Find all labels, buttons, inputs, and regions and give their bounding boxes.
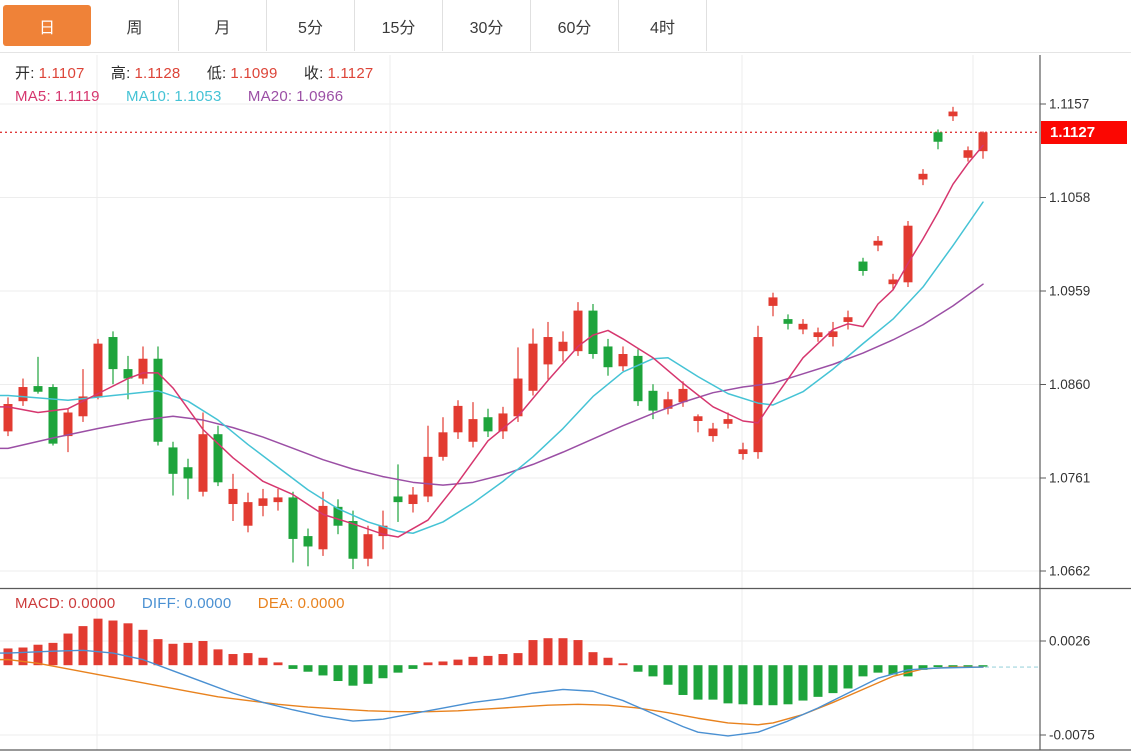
ma20-label: MA20:: [248, 88, 292, 105]
high-label: 高:: [111, 65, 131, 82]
close-label: 收:: [304, 65, 324, 82]
macd-value: 0.0000: [68, 595, 115, 612]
svg-text:0.0026: 0.0026: [1049, 634, 1090, 649]
ma5-label: MA5:: [15, 88, 51, 105]
svg-text:1.1157: 1.1157: [1049, 97, 1089, 112]
last-price-badge: 1.1127: [1041, 121, 1127, 144]
open-label: 开:: [15, 65, 35, 82]
ma5-value: 1.1119: [55, 88, 100, 105]
tab-15min[interactable]: 15分: [355, 0, 443, 51]
svg-text:1.1058: 1.1058: [1049, 190, 1090, 205]
trading-chart-app: { "tab_bar": { "tabs": [ {"name":"day","…: [0, 0, 1131, 754]
svg-text:1.0959: 1.0959: [1049, 284, 1090, 299]
interval-tab-bar: 日周月5分15分30分60分4时: [0, 0, 1131, 53]
svg-text:-0.0075: -0.0075: [1049, 728, 1095, 743]
candlestick-chart-canvas[interactable]: 1.1157 1.1058 1.0959 1.0860 1.0761 1.0662 0.00…: [0, 0, 1131, 754]
ma10-label: MA10:: [126, 88, 170, 105]
ma-legend: MA5:1.1119 MA10:1.1053 MA20:1.0966: [15, 88, 347, 105]
diff-value: 0.0000: [184, 595, 231, 612]
ohlc-legend: 开:1.1107 高:1.1128 低:1.1099 收:1.1127: [15, 62, 377, 83]
svg-text:1.0761: 1.0761: [1049, 471, 1090, 486]
open-value: 1.1107: [39, 65, 85, 82]
tab-4hour[interactable]: 4时: [619, 0, 707, 51]
tab-5min[interactable]: 5分: [267, 0, 355, 51]
low-value: 1.1099: [230, 65, 277, 82]
low-label: 低:: [207, 65, 227, 82]
tab-day[interactable]: 日: [3, 5, 91, 46]
ma20-value: 1.0966: [296, 88, 343, 105]
macd-label: MACD:: [15, 595, 64, 612]
svg-text:1.0860: 1.0860: [1049, 377, 1090, 392]
diff-label: DIFF:: [142, 595, 181, 612]
close-value: 1.1127: [327, 65, 373, 82]
high-value: 1.1128: [135, 65, 181, 82]
candles-layer: [4, 107, 988, 569]
dea-label: DEA:: [258, 595, 294, 612]
tab-30min[interactable]: 30分: [443, 0, 531, 51]
tab-week[interactable]: 周: [91, 0, 179, 51]
macd-legend: MACD:0.0000 DIFF:0.0000 DEA:0.0000: [15, 595, 349, 612]
tab-60min[interactable]: 60分: [531, 0, 619, 51]
svg-text:1.0662: 1.0662: [1049, 564, 1090, 579]
dea-value: 0.0000: [298, 595, 345, 612]
tab-month[interactable]: 月: [179, 0, 267, 51]
ma10-value: 1.1053: [174, 88, 221, 105]
